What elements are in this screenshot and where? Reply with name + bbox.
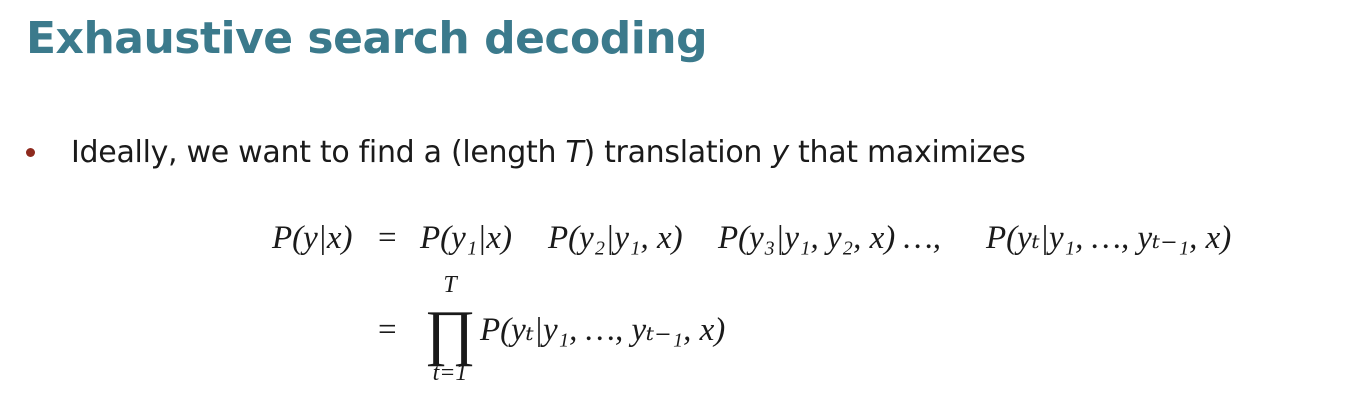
- bullet-text: Ideally, we want to find a (length T) tr…: [71, 134, 1026, 170]
- product-lower-limit: t=1: [433, 360, 468, 386]
- bullet-marker: [26, 147, 35, 157]
- equation-equals-1: =: [378, 220, 397, 256]
- bullet-item: Ideally, we want to find a (length T) tr…: [26, 128, 1026, 176]
- product-upper-limit: T: [443, 272, 458, 298]
- equation-term-3: P(y₃|y₁, y₂, x) …,: [717, 220, 941, 256]
- equation-equals-2: =: [378, 312, 397, 348]
- bullet-var-y: y: [771, 134, 789, 170]
- probability-equation: P(y|x) = P(y₁|x) P(y₂|y₁, x) P(y₃|y₁, y₂…: [271, 220, 1231, 386]
- equation-term-2: P(y₂|y₁, x): [547, 220, 683, 256]
- bullet-text-after: that maximizes: [788, 134, 1026, 170]
- equation-term-4: P(yₜ|y₁, …, yₜ₋₁, x): [985, 220, 1231, 256]
- equation-term-1: P(y₁|x): [419, 220, 512, 256]
- equation-lhs: P(y|x): [271, 220, 353, 256]
- bullet-text-middle: ) translation: [583, 134, 772, 170]
- bullet-text-before: Ideally, we want to find a (length: [71, 134, 566, 170]
- product-symbol: ∏: [424, 299, 475, 367]
- equation-line2-term: P(yₜ|y₁, …, yₜ₋₁, x): [479, 312, 725, 348]
- slide-title: Exhaustive search decoding: [26, 13, 708, 64]
- bullet-var-T: T: [565, 134, 584, 170]
